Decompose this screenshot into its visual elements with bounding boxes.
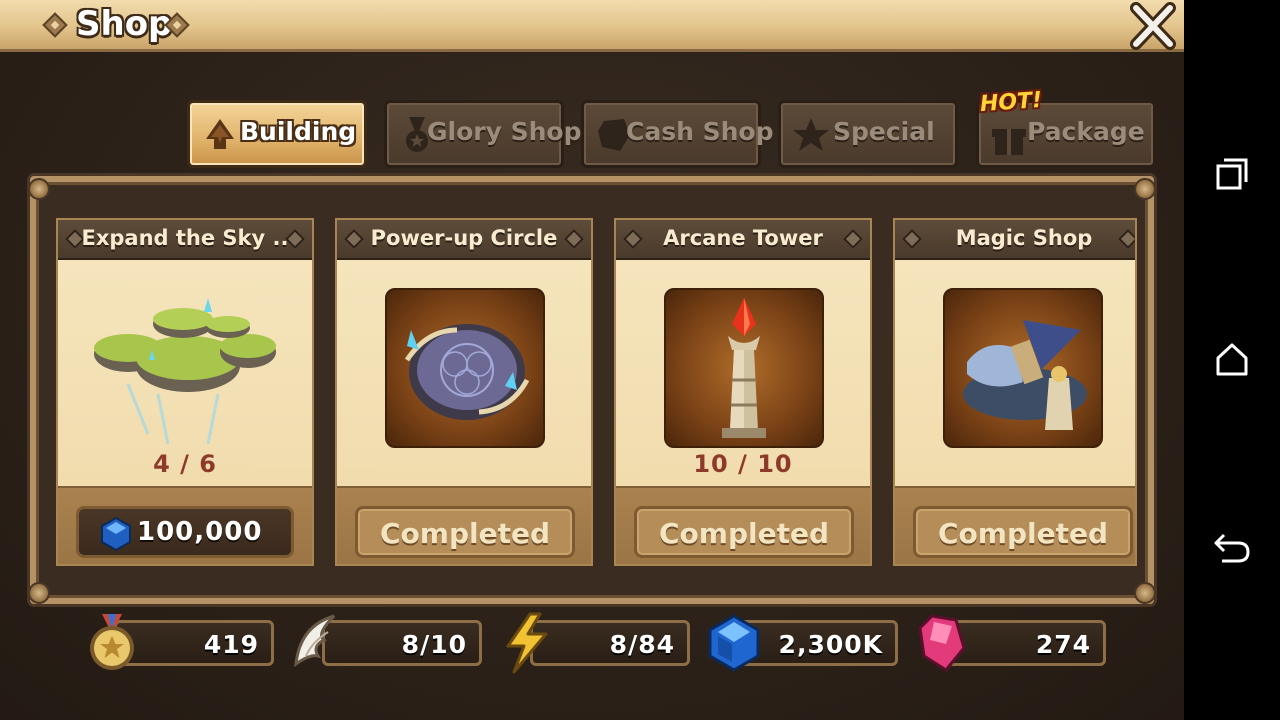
resource-value: 274 bbox=[1035, 630, 1091, 659]
completed-label: Completed bbox=[937, 517, 1108, 550]
resource-mana-crystals: 2,300K bbox=[738, 620, 898, 666]
tab-label: Special bbox=[833, 117, 935, 146]
card-title: Expand the Sky .. bbox=[81, 226, 289, 250]
wing-icon bbox=[294, 614, 336, 668]
tab-label: Package bbox=[1027, 117, 1145, 146]
magic-shop-image bbox=[963, 320, 1087, 430]
upgrade-count: 4 / 6 bbox=[153, 450, 217, 478]
building-card-arcane-tower[interactable]: Arcane Tower 10 / 10 Completed bbox=[614, 218, 872, 566]
corner-rivet bbox=[1134, 582, 1156, 604]
power-up-circle-image bbox=[404, 324, 530, 420]
lightning-icon bbox=[506, 612, 548, 674]
game-screen: Shop Building Glory Shop Cash Shop Speci… bbox=[0, 0, 1184, 720]
home-button[interactable] bbox=[1212, 340, 1252, 380]
tab-label: Cash Shop bbox=[626, 117, 774, 146]
resource-value: 419 bbox=[203, 630, 259, 659]
resource-value: 8/10 bbox=[401, 630, 467, 659]
tab-special[interactable]: Special bbox=[778, 100, 958, 168]
corner-rivet bbox=[28, 582, 50, 604]
resource-value: 8/84 bbox=[609, 630, 675, 659]
close-icon bbox=[1130, 2, 1176, 50]
card-title: Power-up Circle bbox=[370, 226, 558, 250]
corner-rivet bbox=[28, 178, 50, 200]
medal-icon bbox=[90, 614, 134, 670]
floating-islands-image bbox=[94, 298, 276, 444]
tab-building[interactable]: Building bbox=[187, 100, 367, 168]
hot-badge: HOT! bbox=[979, 87, 1043, 118]
card-header: Magic Shop bbox=[895, 220, 1135, 260]
resource-gems: 274 bbox=[946, 620, 1106, 666]
close-button[interactable] bbox=[1128, 2, 1178, 50]
title-bar: Shop bbox=[0, 0, 1184, 52]
completed-button[interactable]: Completed bbox=[634, 506, 854, 558]
star-icon bbox=[793, 118, 829, 151]
tab-glory-shop[interactable]: Glory Shop bbox=[384, 100, 581, 168]
card-title: Arcane Tower bbox=[663, 226, 823, 250]
card-header: Arcane Tower bbox=[616, 220, 870, 260]
image-frame bbox=[385, 288, 545, 448]
title-ornament-left bbox=[42, 12, 68, 38]
crystal-icon bbox=[101, 517, 131, 551]
card-title: Magic Shop bbox=[955, 226, 1093, 250]
building-icon bbox=[206, 119, 234, 149]
android-nav-bar bbox=[1184, 0, 1280, 720]
building-card-power-up-circle[interactable]: Power-up Circle Completed bbox=[335, 218, 593, 566]
crystal-icon bbox=[708, 614, 760, 672]
buy-expand-sky-button[interactable]: 100,000 bbox=[76, 506, 294, 558]
resource-energy: 8/84 bbox=[530, 620, 690, 666]
tab-cash-shop[interactable]: Cash Shop bbox=[581, 100, 773, 168]
resource-value: 2,300K bbox=[778, 630, 883, 659]
image-frame bbox=[664, 288, 824, 448]
gift-icon bbox=[992, 129, 1026, 155]
card-header: Expand the Sky .. bbox=[58, 220, 312, 260]
tab-label: Building bbox=[240, 117, 357, 146]
completed-button[interactable]: Completed bbox=[913, 506, 1133, 558]
recent-apps-icon bbox=[1216, 158, 1248, 190]
image-frame bbox=[943, 288, 1103, 448]
gem-icon bbox=[918, 614, 966, 672]
completed-label: Completed bbox=[379, 517, 550, 550]
card-header: Power-up Circle bbox=[337, 220, 591, 260]
completed-label: Completed bbox=[658, 517, 829, 550]
resource-arena-wings: 8/10 bbox=[322, 620, 482, 666]
arcane-tower-image bbox=[722, 298, 766, 438]
home-icon bbox=[1216, 343, 1248, 376]
resource-glory-points: 419 bbox=[114, 620, 274, 666]
back-button[interactable] bbox=[1212, 527, 1252, 567]
back-icon bbox=[1214, 533, 1250, 563]
price-value: 100,000 bbox=[137, 517, 263, 547]
level-count: 10 / 10 bbox=[693, 450, 793, 478]
completed-button[interactable]: Completed bbox=[355, 506, 575, 558]
building-card-expand-sky[interactable]: Expand the Sky .. 4 / 6 100,000 bbox=[56, 218, 314, 566]
building-card-magic-shop[interactable]: Magic Shop Completed bbox=[893, 218, 1137, 566]
page-title: Shop bbox=[76, 4, 173, 44]
tab-label: Glory Shop bbox=[427, 117, 582, 146]
recent-apps-button[interactable] bbox=[1212, 154, 1252, 194]
corner-rivet bbox=[1134, 178, 1156, 200]
